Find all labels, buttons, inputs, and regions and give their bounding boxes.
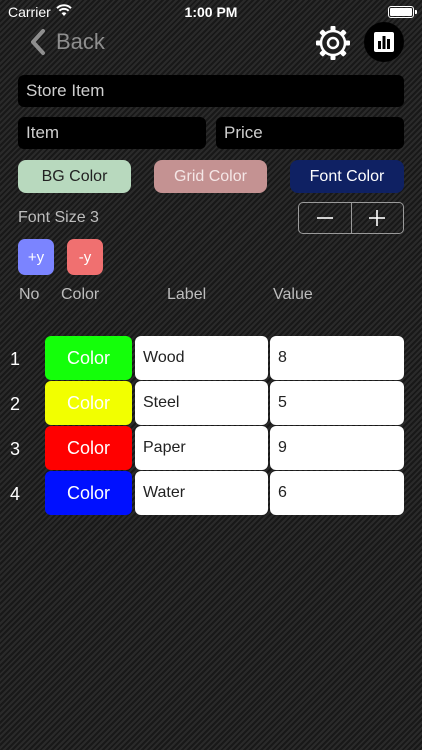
row-label-field[interactable]: Steel [135, 381, 268, 425]
header-value: Value [273, 286, 313, 303]
status-bar: Carrier 1:00 PM [0, 0, 422, 24]
row-label-field[interactable]: Paper [135, 426, 268, 470]
font-size-stepper [298, 202, 404, 234]
row-number: 1 [10, 349, 21, 369]
back-label: Back [56, 29, 105, 54]
settings-button[interactable] [314, 24, 352, 62]
grid-color-button[interactable]: Grid Color [154, 160, 267, 193]
header-color: Color [61, 286, 100, 303]
status-time: 1:00 PM [184, 4, 238, 20]
row-number: 3 [10, 439, 21, 459]
row-value-field[interactable]: 9 [270, 426, 404, 470]
minus-icon [316, 217, 333, 219]
row-label-field[interactable]: Wood [135, 336, 268, 380]
price-field[interactable]: Price [216, 117, 404, 149]
minus-y-button[interactable]: -y [67, 239, 103, 275]
decrement-button[interactable] [299, 203, 351, 233]
plus-y-button[interactable]: +y [18, 239, 54, 275]
row-color-button[interactable]: Color [45, 471, 132, 515]
row-value-field[interactable]: 5 [270, 381, 404, 425]
font-color-button[interactable]: Font Color [290, 160, 404, 193]
row-number: 4 [10, 484, 21, 504]
store-item-placeholder: Store Item [26, 81, 105, 100]
row-value-field[interactable]: 8 [270, 336, 404, 380]
row-color-button[interactable]: Color [45, 336, 132, 380]
header-no: No [19, 286, 40, 303]
row-label-field[interactable]: Water [135, 471, 268, 515]
gear-icon [316, 26, 350, 60]
row-number: 2 [10, 394, 21, 414]
row-color-button[interactable]: Color [45, 426, 132, 470]
back-button[interactable]: Back [28, 26, 105, 58]
plus-icon [369, 210, 386, 226]
battery-icon [388, 6, 417, 18]
chart-button[interactable] [364, 22, 404, 62]
chevron-left-icon [31, 29, 45, 55]
row-color-button[interactable]: Color [45, 381, 132, 425]
price-placeholder: Price [224, 123, 263, 142]
increment-button[interactable] [350, 203, 404, 233]
item-field[interactable]: Item [18, 117, 206, 149]
bg-color-button[interactable]: BG Color [18, 160, 131, 193]
bar-chart-icon [374, 32, 394, 52]
header-label: Label [167, 286, 207, 303]
row-value-field[interactable]: 6 [270, 471, 404, 515]
store-item-field[interactable]: Store Item [18, 75, 404, 107]
item-placeholder: Item [26, 123, 60, 142]
font-size-label: Font Size 3 [18, 209, 99, 226]
